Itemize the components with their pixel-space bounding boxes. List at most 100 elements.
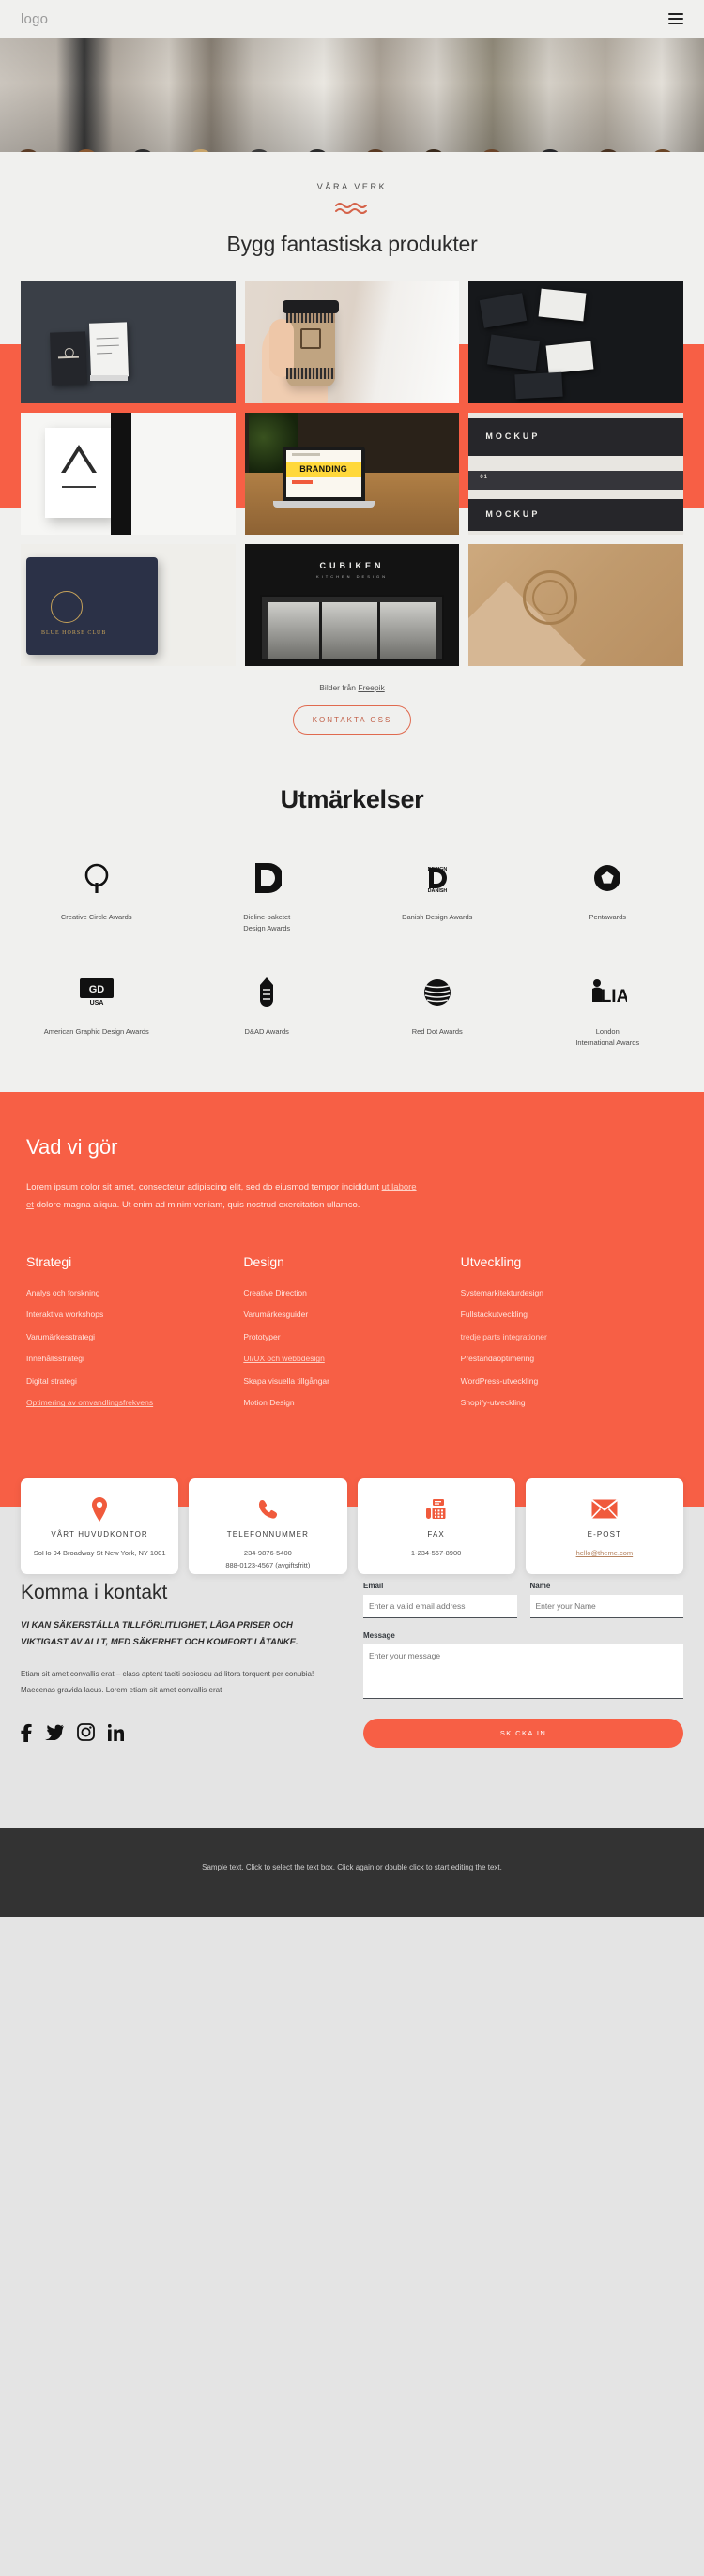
list-item: Motion Design	[243, 1398, 460, 1407]
award-name: Danish Design Awards	[402, 913, 473, 921]
svg-text:LIA: LIA	[601, 987, 627, 1007]
fax-icon	[363, 1495, 510, 1523]
image-credit: Bilder från Freepik	[0, 683, 704, 692]
linkedin-icon[interactable]	[107, 1723, 124, 1746]
contact-card-phone: TELEFONNUMMER 234-9876-5400 888-0123-456…	[189, 1477, 347, 1574]
name-field[interactable]	[529, 1594, 683, 1618]
card-value: 1-234-567-8900	[410, 1548, 462, 1557]
hamburger-menu-icon[interactable]	[668, 13, 683, 24]
storefront-title: CUBIKEN	[319, 561, 385, 570]
gallery-item[interactable]	[21, 413, 236, 535]
list-item[interactable]: tredje parts integrationer	[461, 1332, 678, 1341]
list-item: Prototyper	[243, 1332, 460, 1341]
email-link[interactable]: hello@theme.com	[576, 1549, 634, 1557]
danish-design-award-icon: DESIGNDANISH	[352, 857, 523, 899]
page-root: logo VÅRA VERK Bygg fantastiska produkte…	[0, 0, 704, 1917]
list-item: Varumärkesguider	[243, 1310, 460, 1319]
award-name: Pentawards	[589, 913, 627, 921]
site-logo[interactable]: logo	[21, 11, 48, 27]
gallery-item[interactable]	[244, 281, 460, 403]
item-link[interactable]: Optimering av omvandlingsfrekvens	[26, 1398, 153, 1407]
gallery-item[interactable]: CUBIKEN KITCHEN DESIGN	[244, 544, 460, 666]
list-item[interactable]: UI/UX och webbdesign	[243, 1354, 460, 1363]
facebook-icon[interactable]	[21, 1723, 32, 1747]
award-name: Red Dot Awards	[411, 1027, 463, 1036]
contact-card-office: VÅRT HUVUDKONTOR SoHo 94 Broadway St New…	[21, 1477, 179, 1574]
contact-text-block: Komma i kontakt VI KAN SÄKERSTÄLLA TILLF…	[21, 1582, 341, 1748]
award-name: London International Awards	[575, 1027, 640, 1047]
bottom-spacer	[0, 1747, 704, 1828]
gallery-item[interactable]	[468, 281, 683, 403]
services-section: Vad vi gör Lorem ipsum dolor sit amet, c…	[0, 1092, 704, 1458]
services-title: Vad vi gör	[26, 1135, 118, 1159]
phone-icon	[194, 1495, 341, 1523]
card-title: VÅRT HUVUDKONTOR	[51, 1529, 148, 1538]
email-field-group: Email	[363, 1582, 517, 1618]
mockup-label-bottom: MOCKUP	[485, 509, 541, 519]
credit-prefix: Bilder från	[319, 683, 359, 692]
award-item: Dieline-paketet Design Awards	[182, 857, 353, 934]
message-field[interactable]	[363, 1644, 683, 1699]
social-links	[21, 1723, 341, 1747]
list-item: Varumärkesstrategi	[26, 1332, 243, 1341]
works-section: VÅRA VERK Bygg fantastiska produkter BRA…	[0, 152, 704, 1092]
award-item: LIA London International Awards	[523, 972, 694, 1049]
list-item: Analys och forskning	[26, 1288, 243, 1297]
contact-form: Email Name Message SKICKA IN	[363, 1582, 683, 1748]
credit-link[interactable]: Freepik	[358, 683, 384, 692]
footer-text: Sample text. Click to select the text bo…	[202, 1862, 502, 1871]
card-value: 234-9876-5400 888-0123-4567 (avgiftsfrit…	[225, 1548, 311, 1570]
twitter-icon[interactable]	[45, 1724, 64, 1745]
list-item: WordPress-utveckling	[461, 1376, 678, 1386]
services-column-design: Design Creative Direction Varumärkesguid…	[243, 1254, 460, 1420]
email-field[interactable]	[363, 1594, 517, 1618]
contact-title: Komma i kontakt	[21, 1581, 168, 1603]
award-item: Pentawards	[523, 857, 694, 934]
gallery-item[interactable]: MOCKUP 01 MOCKUP	[468, 413, 683, 535]
works-eyebrow: VÅRA VERK	[316, 182, 388, 191]
gallery-item[interactable]	[21, 281, 236, 403]
envelope-icon	[531, 1495, 678, 1523]
services-list: Analys och forskning Interaktiva worksho…	[26, 1288, 243, 1408]
dieline-d-award-icon	[182, 857, 353, 899]
dandad-pencil-icon	[182, 972, 353, 1013]
services-list: Systemarkitekturdesign Fullstackutveckli…	[461, 1288, 678, 1408]
item-link[interactable]: tredje parts integrationer	[461, 1332, 547, 1341]
hero-people-photo	[0, 38, 704, 152]
submit-button[interactable]: SKICKA IN	[363, 1718, 683, 1748]
svg-text:USA: USA	[89, 1000, 103, 1007]
list-item[interactable]: Optimering av omvandlingsfrekvens	[26, 1398, 243, 1407]
list-item: Systemarkitekturdesign	[461, 1288, 678, 1297]
awards-title: Utmärkelser	[280, 785, 424, 813]
awards-section: Utmärkelser Creative Circle Awards Dieli…	[0, 735, 704, 1092]
site-header: logo	[0, 0, 704, 38]
mockup-label-mid: 01	[480, 475, 489, 480]
mockup-label-top: MOCKUP	[485, 432, 541, 441]
contact-us-button[interactable]: KONTAKTA OSS	[293, 705, 411, 735]
services-columns: Strategi Analys och forskning Interaktiv…	[26, 1254, 678, 1420]
item-label: Digital strategi	[26, 1375, 77, 1386]
gallery-item[interactable]: BLUE HORSE CLUB	[21, 544, 236, 666]
services-column-strategi: Strategi Analys och forskning Interaktiv…	[26, 1254, 243, 1420]
list-item: Interaktiva workshops	[26, 1310, 243, 1319]
item-label: Innehållsstrategi	[26, 1354, 84, 1364]
services-list: Creative Direction Varumärkesguider Prot…	[243, 1288, 460, 1408]
svg-text:GD: GD	[89, 984, 105, 995]
award-name: Dieline-paketet Design Awards	[243, 913, 291, 932]
svg-text:DANISH: DANISH	[427, 888, 447, 894]
gallery-item[interactable]	[468, 544, 683, 666]
item-label: Systemarkitekturdesign	[460, 1287, 543, 1297]
lead-part-2: dolore magna aliqua. Ut enim ad minim ve…	[33, 1200, 360, 1211]
lia-award-icon: LIA	[523, 972, 694, 1013]
services-column-utveckling: Utveckling Systemarkitekturdesign Fullst…	[461, 1254, 678, 1420]
map-pin-icon	[26, 1495, 173, 1523]
item-label: Creative Direction	[243, 1287, 307, 1297]
instagram-icon[interactable]	[77, 1723, 95, 1746]
item-link[interactable]: UI/UX och webbdesign	[243, 1354, 324, 1363]
item-label: Varumärkesstrategi	[26, 1331, 96, 1341]
contact-card-fax: FAX 1-234-567-8900	[357, 1477, 515, 1574]
item-label: Interaktiva workshops	[26, 1310, 104, 1320]
item-label: Fullstackutveckling	[460, 1310, 528, 1320]
gallery-item[interactable]: BRANDING	[244, 413, 460, 535]
list-item: Fullstackutveckling	[461, 1310, 678, 1319]
